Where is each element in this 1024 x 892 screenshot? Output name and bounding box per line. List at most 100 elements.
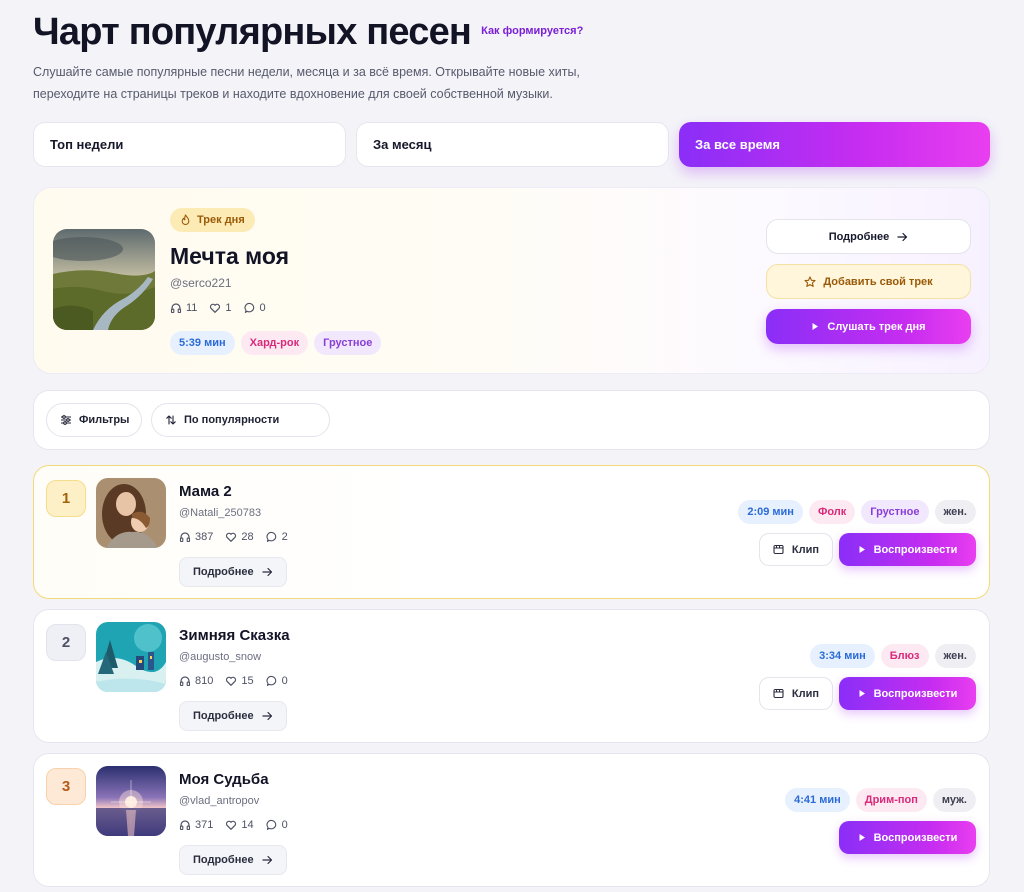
sort-arrows-icon	[166, 415, 176, 425]
more-label: Подробнее	[193, 854, 254, 866]
duration-tag: 4:41 мин	[785, 788, 850, 812]
video-clip-icon	[773, 544, 784, 555]
more-label: Подробнее	[828, 230, 890, 243]
genre-tag[interactable]: Хард-рок	[240, 331, 309, 355]
winter-scene-image	[96, 622, 166, 692]
comment-icon	[266, 819, 276, 830]
arrow-right-icon	[261, 711, 272, 721]
track-stats: 371 14 0	[179, 819, 288, 831]
listens-stat: 810	[179, 675, 213, 687]
track-title[interactable]: Зимняя Сказка	[179, 627, 290, 644]
comment-icon	[266, 531, 276, 542]
comments-stat: 0	[244, 302, 266, 314]
track-stats: 810 15 0	[179, 675, 288, 687]
track-author[interactable]: @Natali_250783	[179, 507, 261, 519]
track-title[interactable]: Моя Судьба	[179, 771, 269, 788]
heart-icon	[210, 303, 221, 313]
track-actions: Воспроизвести	[839, 821, 976, 854]
voice-tag: муж.	[932, 788, 976, 812]
comment-icon	[266, 675, 276, 686]
headphones-icon	[179, 676, 191, 687]
comments-count: 2	[281, 531, 288, 543]
likes-stat: 1	[209, 302, 232, 314]
track-of-day-author[interactable]: @serco221	[170, 276, 232, 290]
likes-stat: 28	[225, 531, 254, 543]
comments-stat: 2	[266, 531, 288, 543]
filter-bar: Фильтры По популярности	[33, 390, 990, 450]
likes-count: 15	[241, 675, 254, 687]
track-cover[interactable]	[96, 478, 166, 548]
play-icon	[859, 834, 865, 841]
track-author[interactable]: @vlad_antropov	[179, 795, 259, 807]
likes-count: 1	[225, 302, 232, 314]
filters-button[interactable]: Фильтры	[46, 403, 142, 437]
play-button[interactable]: Воспроизвести	[839, 677, 976, 710]
likes-count: 28	[241, 531, 254, 543]
play-icon	[859, 690, 865, 697]
tab-week[interactable]: Топ недели	[33, 122, 346, 167]
sort-label: По популярности	[184, 414, 280, 426]
duration-tag: 3:34 мин	[810, 644, 875, 668]
heart-icon	[226, 820, 237, 830]
more-label: Подробнее	[193, 710, 254, 722]
track-of-day-title[interactable]: Мечта моя	[170, 243, 289, 270]
mood-tag[interactable]: Грустное	[314, 331, 382, 355]
play-label: Воспроизвести	[873, 831, 958, 844]
genre-tag[interactable]: Дрим-поп	[855, 788, 927, 812]
clip-button[interactable]: Клип	[758, 533, 833, 566]
play-icon	[812, 323, 819, 330]
duration-tag: 5:39 мин	[170, 331, 235, 355]
clip-label: Клип	[791, 687, 819, 700]
voice-tag: жен.	[934, 644, 976, 668]
subtitle-line-1: Слушайте самые популярные песни недели, …	[33, 65, 580, 79]
voice-tag: жен.	[934, 500, 976, 524]
rank-badge: 1	[46, 480, 86, 517]
track-of-day-stats: 11 1 0	[170, 302, 266, 314]
track-cover[interactable]	[96, 622, 166, 692]
comment-icon	[244, 302, 254, 313]
track-of-day-more-button[interactable]: Подробнее	[766, 219, 971, 254]
tab-month[interactable]: За месяц	[356, 122, 669, 167]
landscape-image	[53, 229, 155, 330]
genre-tag[interactable]: Фолк	[808, 500, 856, 524]
track-title[interactable]: Мама 2	[179, 483, 232, 500]
comments-stat: 0	[266, 675, 288, 687]
star-icon	[804, 275, 816, 287]
play-button[interactable]: Воспроизвести	[839, 533, 976, 566]
arrow-right-icon	[897, 232, 908, 241]
play-label: Воспроизвести	[873, 687, 958, 700]
comments-count: 0	[259, 302, 266, 314]
sort-button[interactable]: По популярности	[151, 403, 330, 437]
arrow-right-icon	[261, 567, 272, 577]
track-cover[interactable]	[96, 766, 166, 836]
add-track-button[interactable]: Добавить свой трек	[766, 264, 971, 299]
track-card: 3 Моя Судьба @vlad_antropov 371 14 0 Под…	[33, 753, 990, 887]
track-author[interactable]: @augusto_snow	[179, 651, 261, 663]
track-more-button[interactable]: Подробнее	[179, 845, 287, 875]
fire-icon	[181, 214, 190, 225]
clip-button[interactable]: Клип	[758, 677, 833, 710]
period-tabs: Топ недели За месяц За все время	[33, 122, 990, 167]
track-more-button[interactable]: Подробнее	[179, 701, 287, 731]
likes-stat: 14	[225, 819, 254, 831]
play-label: Воспроизвести	[873, 543, 958, 556]
play-button[interactable]: Воспроизвести	[839, 821, 976, 854]
badge-label: Трек дня	[197, 214, 245, 226]
listen-track-of-day-button[interactable]: Слушать трек дня	[766, 309, 971, 344]
add-track-label: Добавить свой трек	[823, 275, 933, 288]
more-label: Подробнее	[193, 566, 254, 578]
track-tags: 2:09 мин Фолк Грустное жен.	[738, 500, 976, 524]
listens-count: 11	[186, 302, 198, 314]
how-it-works-link[interactable]: Как формируется?	[481, 25, 583, 37]
genre-tag[interactable]: Блюз	[880, 644, 929, 668]
track-more-button[interactable]: Подробнее	[179, 557, 287, 587]
video-clip-icon	[773, 688, 784, 699]
likes-count: 14	[241, 819, 254, 831]
mother-child-image	[96, 478, 166, 548]
track-of-day-cover[interactable]	[53, 229, 155, 330]
track-card: 2 Зимняя Сказка @augusto_snow 810 15 0 П…	[33, 609, 990, 743]
tab-all-time[interactable]: За все время	[679, 122, 990, 167]
track-of-day-actions: Подробнее Добавить свой трек Слушать тре…	[766, 219, 971, 344]
comments-count: 0	[281, 675, 288, 687]
mood-tag[interactable]: Грустное	[861, 500, 929, 524]
